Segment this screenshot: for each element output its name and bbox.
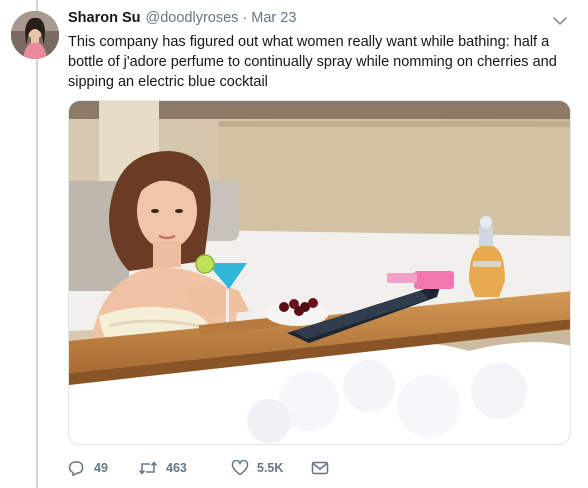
like-count: 5.5K [257, 461, 284, 475]
heart-icon [231, 460, 249, 476]
tweet[interactable]: Sharon Su @doodlyroses · Mar 23 This com… [0, 0, 588, 488]
retweet-count: 463 [166, 461, 187, 475]
retweet-button[interactable]: 463 [138, 460, 231, 476]
reply-icon [68, 461, 84, 476]
direct-message-button[interactable] [311, 461, 329, 475]
author-handle[interactable]: @doodlyroses [146, 10, 239, 26]
avatar[interactable] [11, 11, 59, 59]
author-display-name[interactable]: Sharon Su [68, 10, 141, 26]
tweet-photo[interactable] [68, 100, 571, 445]
tweet-actions: 49 463 5.5K [68, 458, 329, 478]
reply-count: 49 [94, 461, 108, 475]
tweet-text: This company has figured out what women … [68, 34, 557, 90]
envelope-icon [311, 461, 329, 475]
separator-dot: · [242, 10, 248, 26]
chevron-down-icon[interactable] [552, 14, 568, 26]
reply-button[interactable]: 49 [68, 460, 138, 476]
tweet-header: Sharon Su @doodlyroses · Mar 23 [68, 10, 296, 30]
retweet-icon [138, 461, 158, 475]
bath-tray-photo-icon [69, 101, 570, 444]
like-button[interactable]: 5.5K [231, 460, 311, 476]
tweet-date[interactable]: Mar 23 [251, 10, 296, 26]
